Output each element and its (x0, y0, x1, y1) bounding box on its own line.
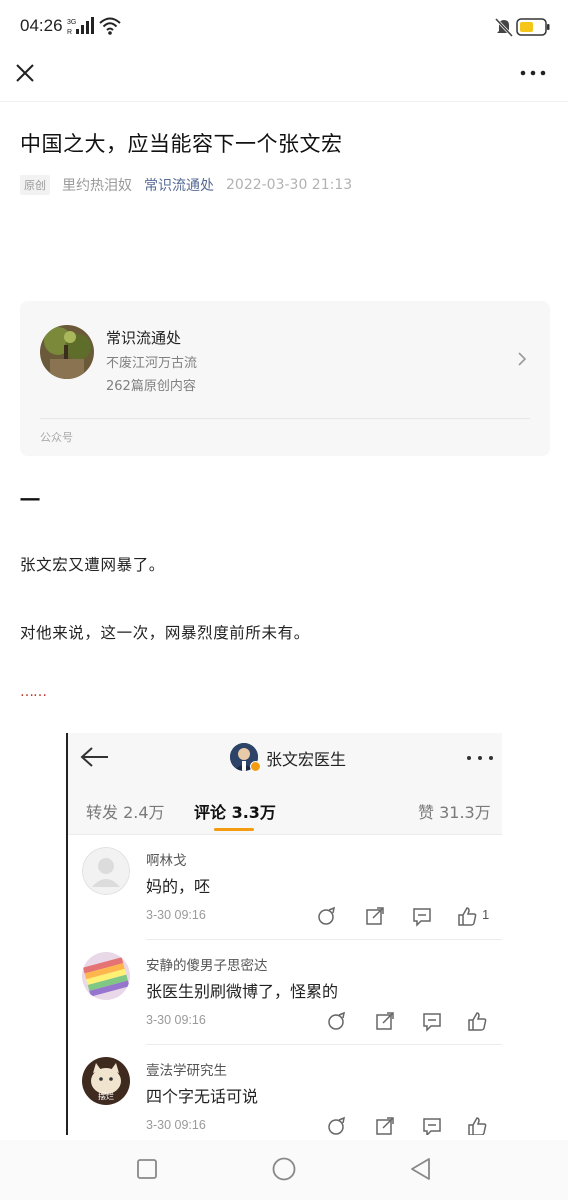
tab-repost: 转发 2.4万 (86, 803, 165, 822)
account-link[interactable]: 常识流通处 (144, 175, 214, 195)
comment-username: 啊林戈 (146, 853, 187, 869)
comment-bubble-icon (423, 1013, 441, 1032)
battery-icon (516, 18, 550, 36)
verified-badge-icon (250, 761, 261, 772)
system-nav-bar (0, 1140, 568, 1200)
square-icon[interactable] (134, 1156, 160, 1182)
repost-icon (328, 1011, 346, 1030)
comment-text: 张医生别刷微博了，怪累的 (146, 982, 339, 1001)
more-dots-icon[interactable] (518, 62, 548, 84)
status-time: 04:26 (20, 16, 63, 35)
comment-username: 壹法学研究生 (146, 1063, 227, 1079)
comment-item: 安静的傻男子思密达 张医生别刷微博了，怪累的 3-30 09:16 (68, 940, 502, 1045)
comment-item: 啊林戈 妈的，呸 3-30 09:16 1 (68, 835, 502, 940)
status-bar: 04:26 3G R (0, 0, 568, 56)
comment-text: 妈的，呸 (146, 877, 211, 896)
comment-item: 摆烂 壹法学研究生 四个字无话可说 3-30 09:16 (68, 1045, 502, 1135)
avatar-caption: 摆烂 (98, 1091, 114, 1101)
section-marker: 一 (20, 488, 40, 512)
tab-comment: 评论 3.3万 (194, 803, 276, 822)
account-description: 不废江河万古流 (106, 356, 198, 371)
publish-date: 2022-03-30 21:13 (226, 177, 353, 193)
comment-text: 四个字无话可说 (146, 1087, 259, 1106)
repost-icon (328, 1116, 346, 1135)
article-meta: 原创 里约热泪奴 常识流通处 2022-03-30 21:13 (20, 175, 352, 195)
article-nav-bar (0, 56, 568, 102)
wifi-icon (99, 17, 121, 35)
comment-bubble-icon (413, 908, 431, 927)
share-icon (376, 1117, 394, 1135)
share-icon (376, 1012, 394, 1030)
article-author: 里约热泪奴 (62, 178, 132, 194)
account-article-count: 262篇原创内容 (106, 379, 196, 394)
paragraph-2: 对他来说，这一次，网暴烈度前所未有。 (20, 624, 310, 642)
thumbs-up-icon (468, 1012, 487, 1031)
comment-time: 3-30 09:16 (146, 908, 206, 922)
red-ellipsis: …… (20, 684, 47, 700)
chevron-right-icon (518, 352, 527, 366)
rainbow-avatar (82, 952, 130, 1000)
back-arrow-icon (80, 747, 108, 767)
comment-actions: 1 (316, 905, 496, 927)
like-count: 1 (482, 907, 490, 922)
triangle-back-icon[interactable] (408, 1156, 434, 1182)
account-name: 常识流通处 (106, 329, 182, 347)
signal-bars-icon: 3G R (67, 17, 94, 36)
thumbs-up-icon (468, 1117, 487, 1135)
account-type-label: 公众号 (40, 431, 73, 444)
circle-icon[interactable] (271, 1156, 297, 1182)
more-dots-icon (467, 756, 493, 760)
account-avatar (40, 325, 94, 379)
comment-time: 3-30 09:16 (146, 1013, 206, 1027)
repost-icon (318, 906, 336, 925)
close-icon[interactable] (14, 62, 36, 84)
network-type: 3G (67, 19, 76, 26)
embed-header: 张文宏医生 (68, 733, 502, 783)
comment-username: 安静的傻男子思密达 (146, 958, 268, 974)
share-icon (366, 907, 384, 925)
comment-actions (326, 1115, 502, 1135)
original-badge: 原创 (20, 175, 50, 195)
thumbs-up-icon (458, 907, 477, 926)
comment-actions (326, 1010, 502, 1032)
paragraph-1: 张文宏又遭网暴了。 (20, 556, 165, 574)
mute-bell-icon (495, 17, 513, 37)
cat-avatar: 摆烂 (82, 1057, 130, 1105)
tab-active-underline (214, 828, 254, 831)
default-avatar-icon (82, 847, 130, 895)
tab-like: 赞 31.3万 (418, 803, 491, 822)
card-divider (40, 418, 530, 419)
comment-bubble-icon (423, 1118, 441, 1135)
embed-tabs: 转发 2.4万 评论 3.3万 赞 31.3万 (68, 783, 502, 835)
embed-title: 张文宏医生 (266, 750, 347, 769)
comment-time: 3-30 09:16 (146, 1118, 206, 1132)
embedded-weibo-screenshot: 张文宏医生 转发 2.4万 评论 3.3万 赞 31.3万 啊林戈 妈的，呸 3… (66, 733, 502, 1135)
svg-text:R: R (67, 29, 72, 36)
account-card[interactable]: 常识流通处 不废江河万古流 262篇原创内容 公众号 (20, 301, 550, 456)
article-title: 中国之大，应当能容下一个张文宏 (20, 132, 343, 156)
